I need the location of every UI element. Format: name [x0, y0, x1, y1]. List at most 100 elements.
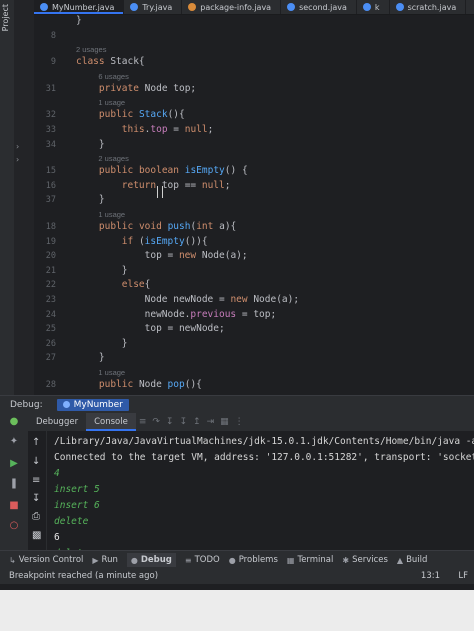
console-line: Connected to the target VM, address: '12…	[54, 452, 474, 463]
code-line: 28 public Node pop(){	[34, 378, 474, 392]
resume-icon[interactable]: ▶	[9, 459, 19, 469]
force-step-into-icon[interactable]: ↧	[179, 417, 187, 427]
code-line: 31 private Node top;	[34, 82, 474, 96]
code-line: 25 top = newNode;	[34, 322, 474, 336]
line-number[interactable]: 8	[34, 29, 56, 43]
line-number[interactable]: 23	[34, 293, 56, 307]
soft-wrap-icon[interactable]: ≡	[32, 475, 40, 486]
status-message[interactable]: Breakpoint reached (a minute ago)	[9, 571, 158, 581]
line-number[interactable]: 25	[34, 322, 56, 336]
editor-tab[interactable]: Try.java	[124, 0, 183, 14]
line-number[interactable]: 33	[34, 123, 56, 137]
code-line: 15 public boolean isEmpty() {	[34, 164, 474, 178]
debug-subtabs: Debugger Console ≡ ↷ ↧ ↧ ↥ ⇥ ▦ ⋮	[28, 413, 474, 431]
scroll-to-end-icon[interactable]: ↧	[32, 493, 40, 504]
editor-tab[interactable]: second.java	[281, 0, 357, 14]
editor-tabs: MyNumber.java Try.java package-info.java se…	[34, 0, 474, 15]
stop-icon[interactable]: ■	[9, 501, 19, 511]
code-line: 21 }	[34, 264, 474, 278]
tool-label: Terminal	[297, 555, 334, 565]
code-text: this.top = null;	[121, 124, 214, 135]
console-line: delete	[54, 516, 89, 527]
console-line: insert 6	[54, 500, 100, 511]
line-number[interactable]: 21	[34, 264, 56, 278]
wrench-icon[interactable]: ✦	[9, 437, 19, 447]
console-output[interactable]: /Library/Java/JavaVirtualMachines/jdk-15…	[50, 431, 474, 550]
code-text: }	[76, 337, 128, 349]
line-number[interactable]: 15	[34, 164, 56, 178]
line-number[interactable]: 37	[34, 193, 56, 207]
code-text: }	[76, 264, 128, 276]
tool-todo[interactable]: ≡ TODO	[185, 555, 220, 565]
tab-console[interactable]: Console	[86, 413, 136, 431]
code-text: newNode.previous = top;	[76, 308, 277, 320]
run-to-cursor-icon[interactable]: ⇥	[207, 417, 215, 427]
tab-debugger[interactable]: Debugger	[28, 413, 86, 431]
editor-tab[interactable]: MyNumber.java	[34, 0, 125, 14]
editor-tab[interactable]: scratch.java	[390, 0, 467, 14]
editor-tab-label: k	[374, 2, 380, 12]
tool-label: Services	[352, 555, 388, 565]
project-tool-strip[interactable]: Project	[0, 0, 14, 395]
java-file-icon	[188, 3, 197, 11]
caret-position[interactable]: 13:1	[421, 571, 440, 581]
tool-services[interactable]: ✱ Services	[342, 555, 388, 565]
code-line: 19 if (isEmpty()){	[34, 235, 474, 249]
arrow-down-icon[interactable]: ↓	[32, 456, 40, 467]
line-number[interactable]: 34	[34, 138, 56, 152]
code-text: public Node pop(){	[98, 379, 202, 390]
step-out-icon[interactable]: ↥	[193, 417, 201, 427]
text-cursor	[157, 186, 163, 198]
more-icon[interactable]: ⋮	[235, 417, 244, 427]
editor-tab-label: MyNumber.java	[52, 2, 115, 12]
line-number[interactable]: 22	[34, 278, 56, 292]
mute-breakpoints-icon[interactable]: ○	[9, 521, 19, 531]
bug-icon[interactable]: ●	[9, 417, 19, 427]
project-tool-label[interactable]: Project	[1, 4, 10, 31]
console-line: 6	[54, 532, 60, 543]
pause-icon[interactable]: ❚	[9, 479, 19, 489]
line-number[interactable]: 9	[34, 55, 56, 69]
tool-terminal[interactable]: ▦ Terminal	[287, 555, 333, 565]
tool-problems[interactable]: ● Problems	[229, 555, 278, 565]
tool-debug[interactable]: ● Debug	[126, 553, 176, 567]
menu-icon[interactable]: ≡	[139, 417, 147, 427]
code-text: public void push(int a){	[98, 221, 237, 232]
expand-arrow-icon[interactable]: ›	[16, 155, 19, 164]
debug-session-tab[interactable]: MyNumber	[56, 398, 129, 411]
line-number[interactable]: 28	[34, 378, 56, 392]
line-number[interactable]: 27	[34, 351, 56, 365]
line-number[interactable]: 16	[34, 179, 56, 193]
java-file-icon	[287, 3, 296, 11]
line-number[interactable]: 19	[34, 235, 56, 249]
line-number[interactable]: 18	[34, 220, 56, 234]
tool-run[interactable]: ▶ Run	[92, 555, 117, 565]
code-text: top = newNode;	[76, 323, 225, 335]
java-file-icon	[40, 3, 48, 11]
tool-label: TODO	[194, 555, 220, 565]
editor-tab[interactable]: package-info.java	[182, 0, 282, 14]
code-line: 37 }	[34, 193, 474, 207]
tool-version-control[interactable]: ↳ Version Control	[9, 555, 83, 565]
editor-tab[interactable]: k	[357, 0, 390, 14]
line-ending[interactable]: LF	[458, 571, 468, 581]
line-number[interactable]: 20	[34, 249, 56, 263]
code-line: }	[34, 14, 474, 28]
code-editor[interactable]: } 8 2 usages 9 class Stack{6 usages 31 privat…	[34, 14, 474, 395]
step-over-icon[interactable]: ↷	[152, 417, 160, 427]
java-file-icon	[130, 3, 139, 11]
evaluate-icon[interactable]: ▦	[220, 417, 229, 427]
status-bar: Breakpoint reached (a minute ago) 13:1 L…	[0, 568, 474, 584]
expand-arrow-icon[interactable]: ›	[16, 142, 19, 151]
trash-icon[interactable]: ▩	[32, 530, 41, 541]
line-number[interactable]: 24	[34, 308, 56, 322]
tool-build[interactable]: ▲ Build	[397, 555, 428, 565]
print-icon[interactable]: ⎙	[32, 511, 40, 522]
code-line: 20 top = new Node(a);	[34, 249, 474, 263]
line-number[interactable]: 31	[34, 82, 56, 96]
step-into-icon[interactable]: ↧	[166, 417, 174, 427]
line-number[interactable]: 26	[34, 337, 56, 351]
line-number[interactable]: 32	[34, 108, 56, 122]
project-pane-edge: › ›	[14, 0, 34, 395]
arrow-up-icon[interactable]: ↑	[32, 437, 40, 448]
